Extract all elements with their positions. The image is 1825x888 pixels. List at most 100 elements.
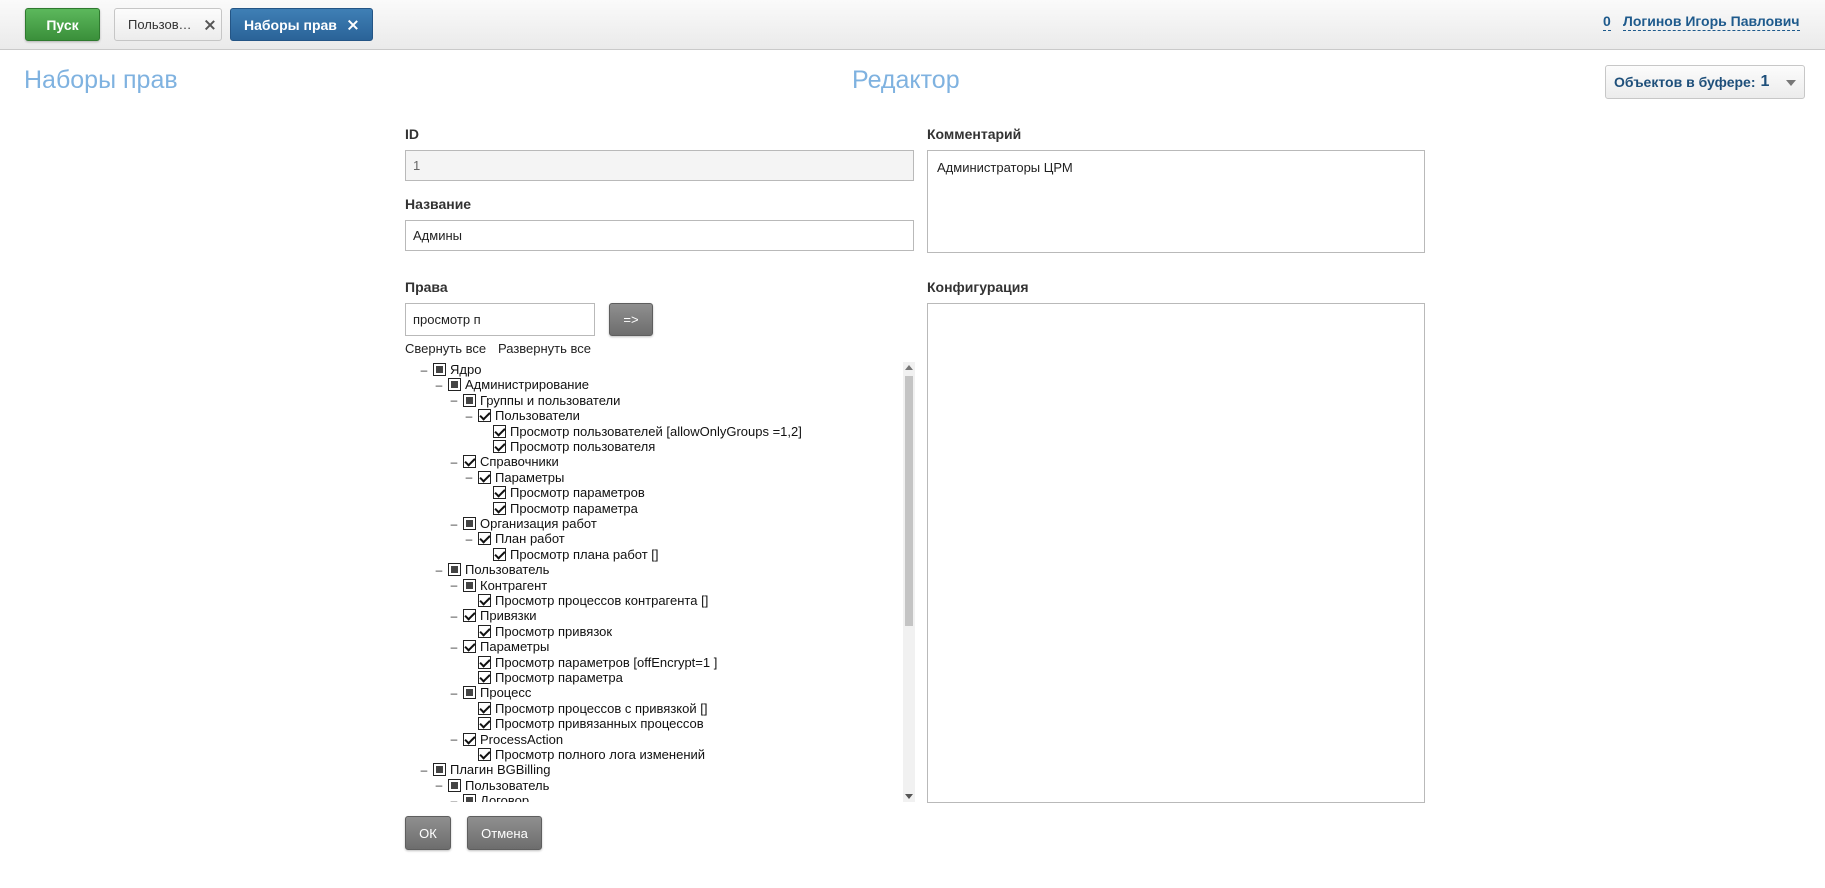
buffer-dropdown[interactable]: Объектов в буфере: 1 xyxy=(1605,65,1805,99)
tree-checkbox[interactable] xyxy=(478,701,491,715)
tree-checkbox[interactable] xyxy=(463,609,476,623)
tree-node[interactable]: – Организация работ xyxy=(447,516,597,531)
collapse-toggle-icon[interactable]: – xyxy=(417,363,431,377)
tree-node[interactable]: Просмотр параметра xyxy=(477,501,638,516)
tree-checkbox[interactable] xyxy=(493,486,506,500)
name-field[interactable]: Админы xyxy=(405,220,914,251)
tree-node[interactable]: – Параметры xyxy=(447,639,550,654)
tree-node[interactable]: – Плагин BGBilling xyxy=(417,762,551,777)
tree-node[interactable]: Просмотр параметров [offEncrypt=1 ] xyxy=(462,655,717,670)
collapse-all-link[interactable]: Свернуть все xyxy=(405,341,486,356)
tree-checkbox[interactable] xyxy=(478,624,491,638)
collapse-toggle-icon[interactable]: – xyxy=(462,470,476,484)
tree-checkbox[interactable] xyxy=(478,717,491,731)
collapse-toggle-icon[interactable]: – xyxy=(447,640,461,654)
tree-checkbox[interactable] xyxy=(478,470,491,484)
tree-node[interactable]: Просмотр пользователя xyxy=(477,439,655,454)
ok-button[interactable]: ОК xyxy=(405,816,451,850)
notification-count[interactable]: 0 xyxy=(1603,13,1611,31)
tree-node-label: Параметры xyxy=(495,469,565,485)
tree-node[interactable]: – ProcessAction xyxy=(447,732,563,747)
scroll-up-icon[interactable] xyxy=(905,365,913,370)
tree-node[interactable]: Просмотр полного лога изменений xyxy=(462,747,705,762)
collapse-toggle-icon[interactable]: – xyxy=(432,778,446,792)
tree-checkbox[interactable] xyxy=(478,532,491,546)
collapse-toggle-icon[interactable]: – xyxy=(432,563,446,577)
user-name-link[interactable]: Логинов Игорь Павлович xyxy=(1623,13,1800,31)
tree-checkbox[interactable] xyxy=(448,778,461,792)
tree-checkbox[interactable] xyxy=(478,594,491,607)
expand-all-link[interactable]: Развернуть все xyxy=(498,341,591,356)
collapse-toggle-icon[interactable]: – xyxy=(432,378,446,392)
collapse-toggle-icon[interactable]: – xyxy=(447,609,461,623)
comment-textarea[interactable]: Администраторы ЦРМ xyxy=(927,150,1425,253)
collapse-toggle-icon[interactable]: – xyxy=(447,517,461,531)
scroll-thumb[interactable] xyxy=(905,376,913,626)
tab-users[interactable]: Пользователи xyxy=(114,8,222,41)
tree-checkbox[interactable] xyxy=(478,409,491,423)
tree-node[interactable]: – Ядро xyxy=(417,362,482,377)
rights-filter-input[interactable]: просмотр п xyxy=(405,303,595,336)
tree-checkbox[interactable] xyxy=(463,640,476,654)
tree-node[interactable]: – Пользователь xyxy=(432,562,550,577)
tree-node[interactable]: Просмотр параметров xyxy=(477,485,645,500)
tree-checkbox[interactable] xyxy=(493,440,506,453)
tree-node[interactable]: – Контрагент xyxy=(447,578,548,593)
close-icon[interactable] xyxy=(345,17,361,33)
tree-checkbox[interactable] xyxy=(448,378,461,392)
tree-node[interactable]: – План работ xyxy=(462,531,565,546)
tree-checkbox[interactable] xyxy=(448,563,461,577)
tree-checkbox[interactable] xyxy=(478,671,491,684)
tree-node[interactable]: – Администрирование xyxy=(432,377,589,392)
tree-checkbox[interactable] xyxy=(463,455,476,469)
tree-checkbox[interactable] xyxy=(493,501,506,515)
collapse-toggle-icon[interactable]: – xyxy=(447,794,461,802)
collapse-toggle-icon[interactable]: – xyxy=(447,732,461,746)
collapse-toggle-icon[interactable]: – xyxy=(417,763,431,777)
tree-node[interactable]: – Справочники xyxy=(447,454,559,469)
tree-node[interactable]: Просмотр пользователей [allowOnlyGroups … xyxy=(477,424,802,439)
collapse-toggle-icon[interactable]: – xyxy=(447,578,461,592)
tree-node[interactable]: Просмотр привязок xyxy=(462,624,612,639)
tree-checkbox[interactable] xyxy=(493,424,506,438)
cancel-button[interactable]: Отмена xyxy=(467,816,542,850)
tree-node[interactable]: Просмотр привязанных процессов xyxy=(462,716,704,731)
collapse-toggle-icon[interactable]: – xyxy=(447,455,461,469)
tree-node[interactable]: – Привязки xyxy=(447,608,537,623)
tree-node[interactable]: – Договор xyxy=(447,793,529,802)
tree-node[interactable]: Просмотр процессов с привязкой [] xyxy=(462,701,707,716)
tree-node[interactable]: – Группы и пользователи xyxy=(447,393,621,408)
tree-checkbox[interactable] xyxy=(493,547,506,561)
tree-node[interactable]: – Пользователи xyxy=(462,408,580,423)
tree-checkbox[interactable] xyxy=(463,686,476,700)
tree-node[interactable]: Просмотр плана работ [] xyxy=(477,547,659,562)
tree-node[interactable]: – Параметры xyxy=(462,469,565,485)
tree-checkbox[interactable] xyxy=(433,763,446,777)
collapse-toggle-icon[interactable]: – xyxy=(462,409,476,423)
tab-permission-sets[interactable]: Наборы прав xyxy=(230,8,373,41)
tree-checkbox[interactable] xyxy=(463,732,476,746)
start-button[interactable]: Пуск xyxy=(25,8,100,41)
tree-checkbox[interactable] xyxy=(463,517,476,530)
apply-filter-button[interactable]: => xyxy=(609,303,653,336)
tree-node-label: Просмотр пользователя xyxy=(510,439,656,454)
tree-checkbox[interactable] xyxy=(463,578,476,592)
tree-checkbox[interactable] xyxy=(433,363,446,376)
close-icon[interactable] xyxy=(202,17,218,33)
config-label: Конфигурация xyxy=(927,279,1029,295)
tree-checkbox[interactable] xyxy=(463,794,476,802)
collapse-toggle-icon[interactable]: – xyxy=(447,686,461,700)
config-textarea[interactable] xyxy=(927,303,1425,803)
tree-checkbox[interactable] xyxy=(463,393,476,407)
tree-node[interactable]: Просмотр процессов контрагента [] xyxy=(462,593,708,608)
tree-node-label: Организация работ xyxy=(480,516,597,531)
tree-node[interactable]: – Пользователь xyxy=(432,778,550,793)
tree-checkbox[interactable] xyxy=(478,748,491,761)
tree-node[interactable]: – Процесс xyxy=(447,685,532,700)
tree-node[interactable]: Просмотр параметра xyxy=(462,670,623,685)
tree-scrollbar[interactable] xyxy=(903,362,915,802)
scroll-down-icon[interactable] xyxy=(905,794,913,799)
collapse-toggle-icon[interactable]: – xyxy=(462,532,476,546)
collapse-toggle-icon[interactable]: – xyxy=(447,393,461,407)
tree-checkbox[interactable] xyxy=(478,655,491,669)
